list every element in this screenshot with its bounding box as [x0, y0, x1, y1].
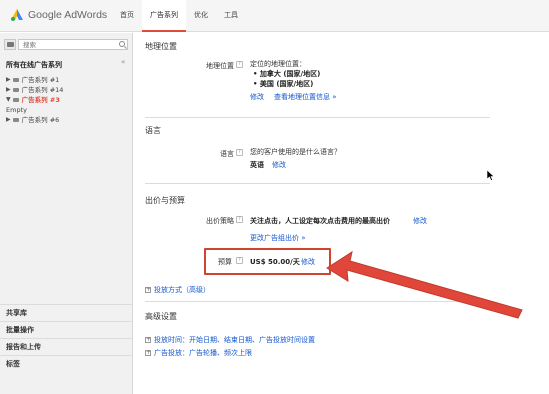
annotation-arrow-icon — [326, 250, 523, 319]
mouse-cursor-icon — [487, 170, 495, 181]
